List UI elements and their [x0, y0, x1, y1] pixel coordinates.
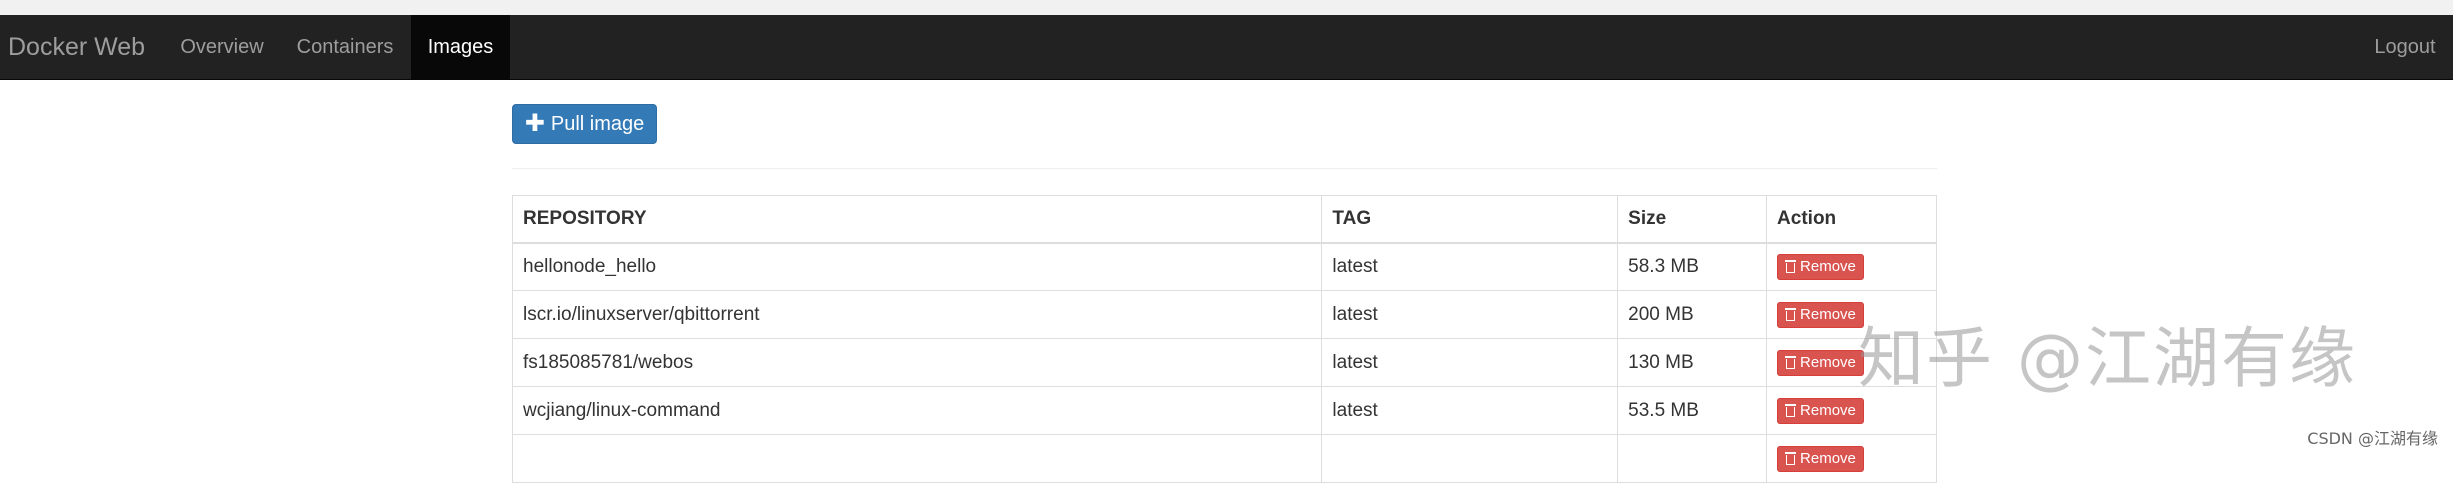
column-header-size: Size — [1617, 195, 1768, 244]
size-cell: 200 MB — [1617, 290, 1768, 339]
repository-cell — [511, 434, 1323, 483]
table-row: lscr.io/linuxserver/qbittorrent latest 2… — [511, 290, 1937, 339]
repository-cell: fs185085781/webos — [511, 338, 1323, 387]
repository-cell: wcjiang/linux-command — [511, 386, 1323, 435]
trash-icon — [1785, 404, 1797, 417]
table-header-row: REPOSITORY TAG Size Action — [511, 195, 1937, 244]
zhihu-watermark: 知乎 @江湖有缘 — [1858, 320, 2357, 397]
table-row: fs185085781/webos latest 130 MB Remove — [511, 338, 1937, 387]
table-row: hellonode_hello latest 58.3 MB Remove — [511, 242, 1937, 291]
remove-label: Remove — [1800, 306, 1856, 323]
nav-containers[interactable]: Containers — [279, 15, 411, 79]
remove-button[interactable]: Remove — [1777, 301, 1864, 328]
table-row: Remove — [511, 434, 1937, 483]
repository-cell: hellonode_hello — [511, 242, 1323, 291]
tag-cell — [1321, 434, 1619, 483]
tag-cell: latest — [1321, 386, 1619, 435]
remove-button[interactable]: Remove — [1777, 253, 1864, 280]
action-cell: Remove — [1766, 434, 1937, 483]
remove-label: Remove — [1800, 354, 1856, 371]
images-table: REPOSITORY TAG Size Action hellonode_hel… — [511, 195, 1937, 483]
logout-link[interactable]: Logout — [2365, 15, 2445, 79]
repository-cell: lscr.io/linuxserver/qbittorrent — [511, 290, 1323, 339]
top-navbar: Docker Web Overview Containers Images Lo… — [0, 15, 2453, 80]
trash-icon — [1785, 452, 1797, 465]
tag-cell: latest — [1321, 290, 1619, 339]
size-cell: 53.5 MB — [1617, 386, 1768, 435]
pull-image-button[interactable]: ✚ Pull image — [512, 104, 657, 144]
pull-image-label: Pull image — [550, 112, 645, 135]
size-cell: 58.3 MB — [1617, 242, 1768, 291]
tag-cell: latest — [1321, 338, 1619, 387]
column-header-action: Action — [1766, 195, 1937, 244]
nav-images[interactable]: Images — [411, 15, 510, 79]
size-cell — [1617, 434, 1768, 483]
remove-label: Remove — [1800, 258, 1856, 276]
brand-link[interactable]: Docker Web — [8, 15, 145, 79]
trash-icon — [1785, 260, 1797, 274]
table-row: wcjiang/linux-command latest 53.5 MB Rem… — [511, 386, 1937, 435]
divider — [512, 168, 1937, 169]
tag-cell: latest — [1321, 242, 1619, 291]
csdn-credit: CSDN @江湖有缘 — [2307, 429, 2438, 448]
remove-button[interactable]: Remove — [1777, 349, 1864, 376]
plus-icon: ✚ — [524, 110, 545, 137]
trash-icon — [1785, 308, 1797, 321]
column-header-repository: REPOSITORY — [511, 195, 1323, 244]
trash-icon — [1785, 356, 1797, 369]
size-cell: 130 MB — [1617, 338, 1768, 387]
remove-button[interactable]: Remove — [1777, 397, 1864, 424]
column-header-tag: TAG — [1321, 195, 1619, 244]
nav-overview[interactable]: Overview — [165, 15, 279, 79]
remove-label: Remove — [1800, 402, 1856, 419]
browser-top-strip — [0, 0, 2453, 16]
action-cell: Remove — [1766, 242, 1937, 291]
remove-button[interactable]: Remove — [1777, 445, 1864, 472]
